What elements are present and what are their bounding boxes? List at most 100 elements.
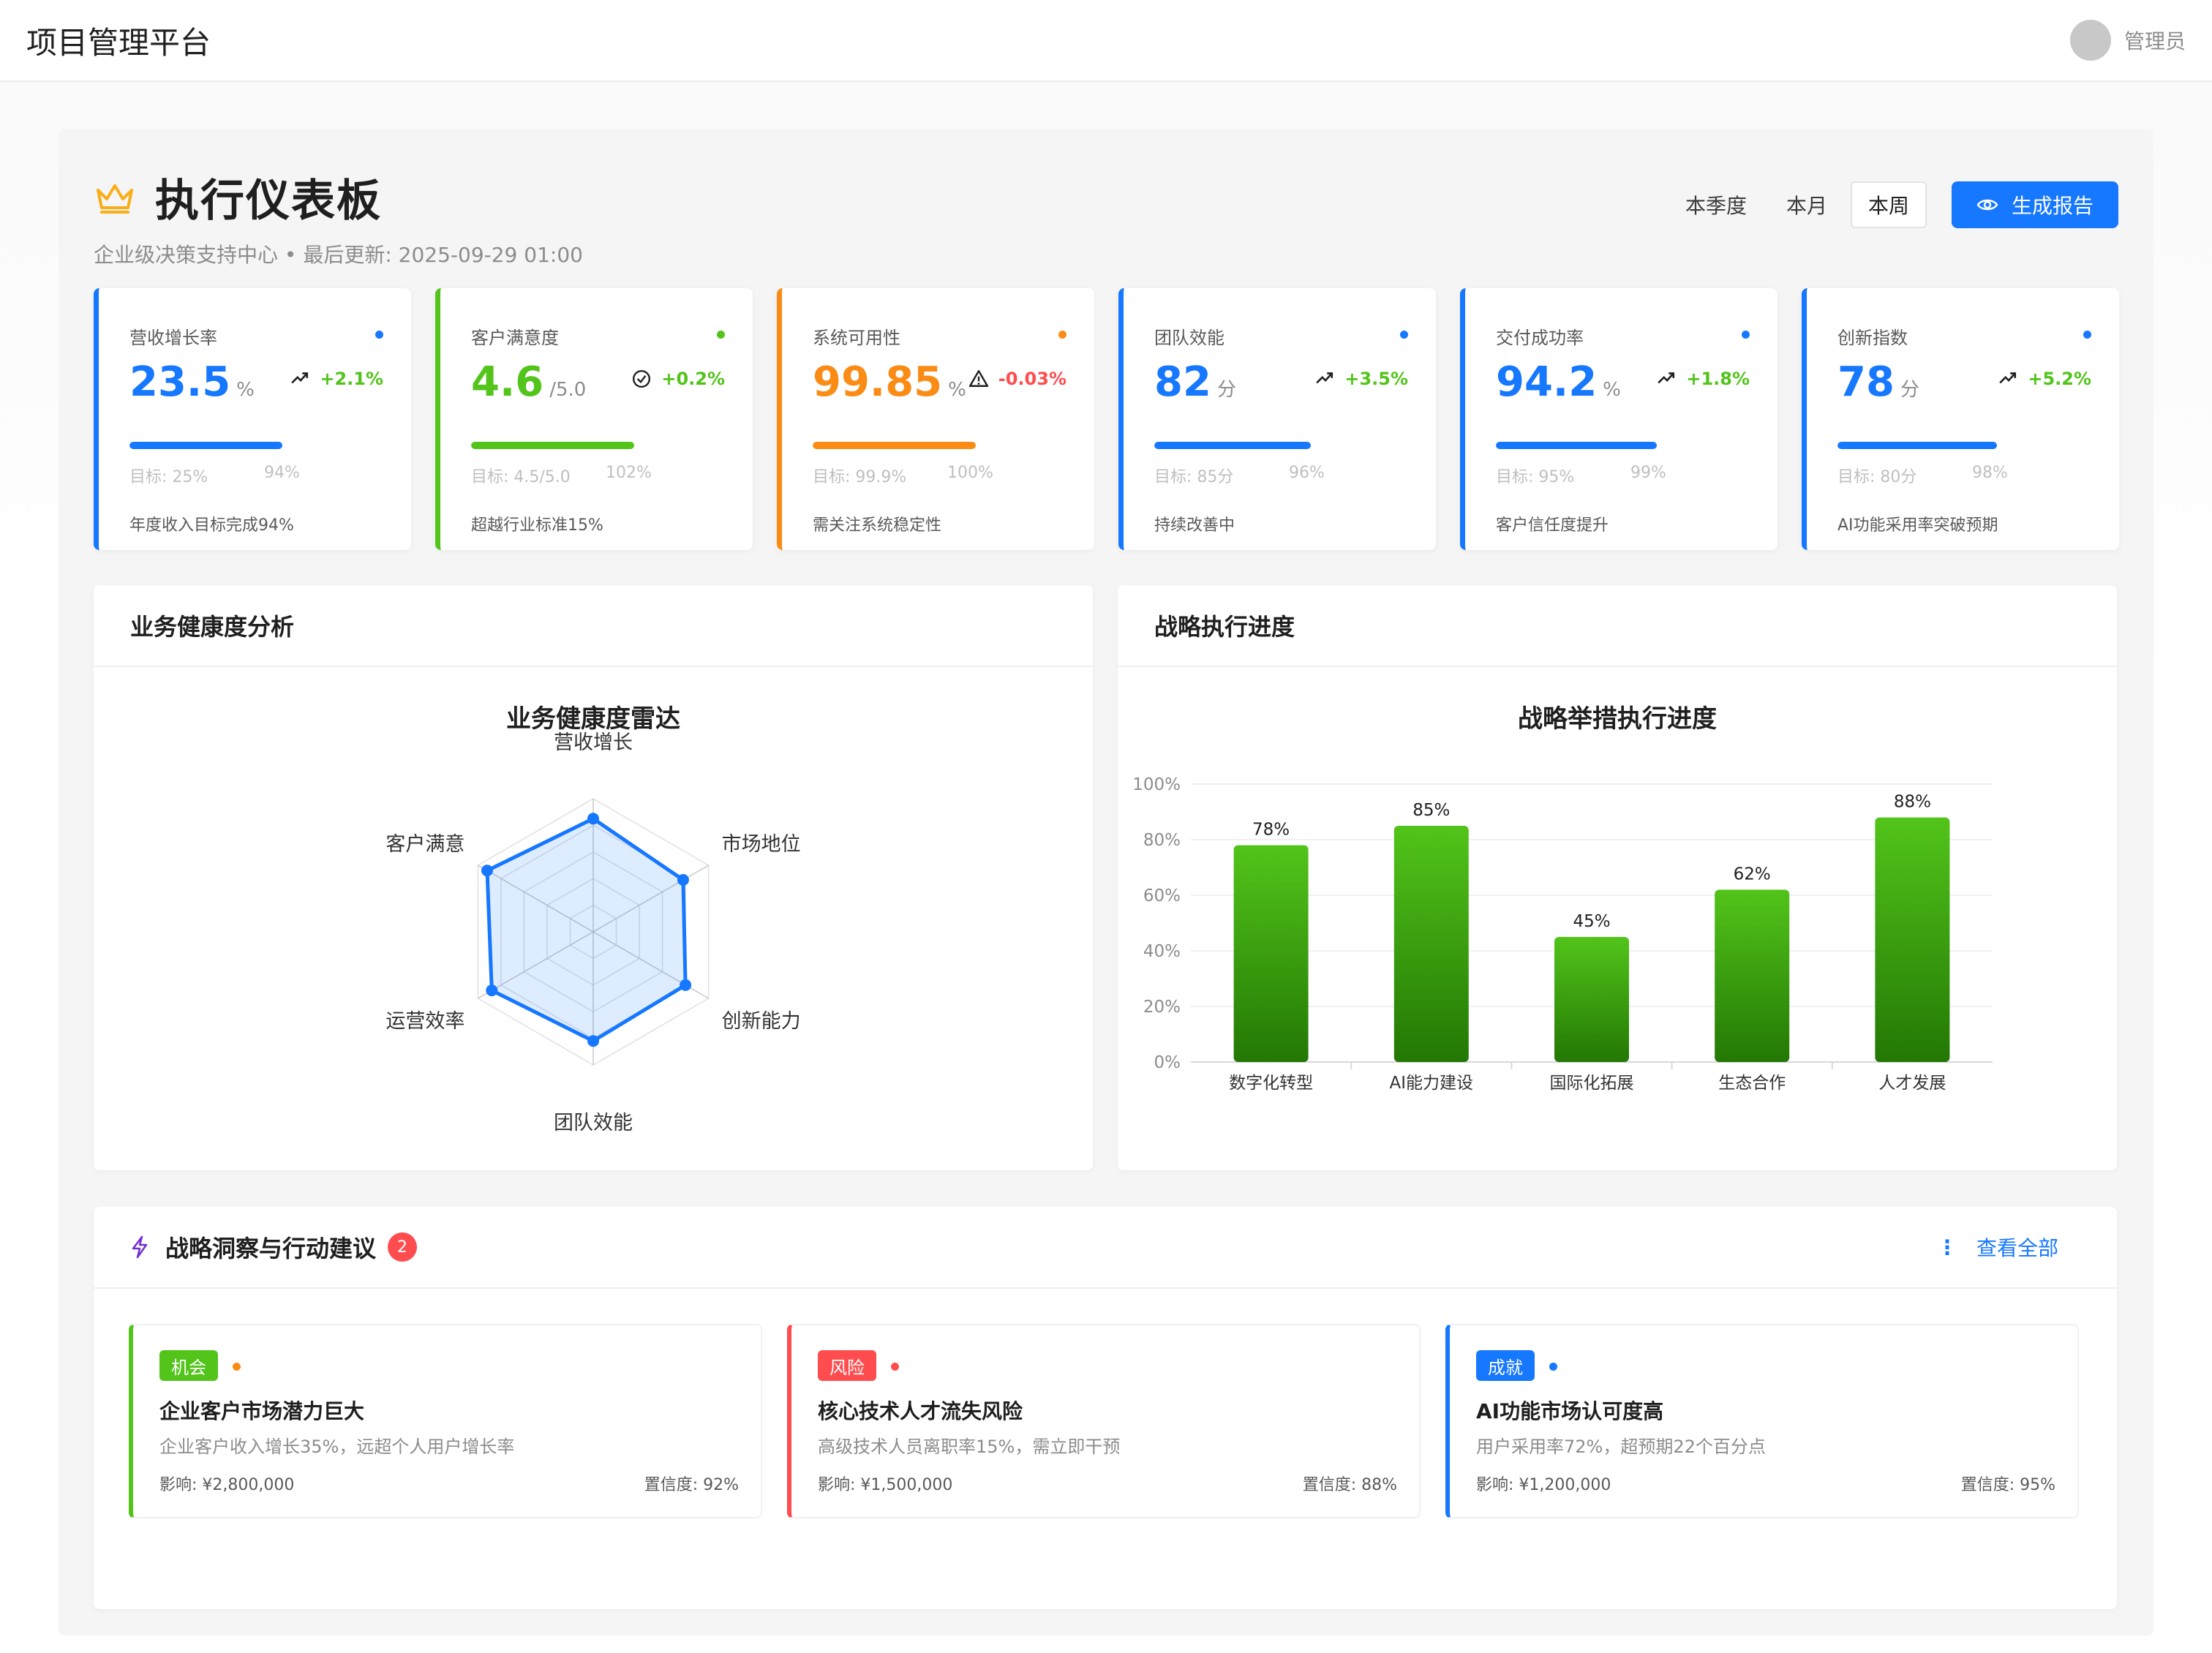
kpi-label: 系统可用性 bbox=[813, 328, 900, 348]
radar-title: 业务健康度雷达 bbox=[506, 704, 680, 734]
check-circle-icon bbox=[633, 369, 651, 388]
kpi-trend-value: +1.8% bbox=[1686, 369, 1750, 389]
radar-axis-label: 团队效能 bbox=[554, 1112, 633, 1134]
bar-data-label: 85% bbox=[1412, 801, 1450, 820]
insight-status-dot bbox=[891, 1363, 899, 1371]
radar-point[interactable] bbox=[587, 1035, 599, 1047]
kpi-trend: +0.2% bbox=[632, 369, 725, 389]
insights-panel: 战略洞察与行动建议 2 ⋮ 查看全部 机会 企业客户市场潜力巨大 企业客户收入增长3… bbox=[94, 1207, 2117, 1609]
period-month[interactable]: 本月 bbox=[1770, 183, 1843, 227]
bar[interactable] bbox=[1715, 889, 1790, 1062]
insight-card[interactable]: 风险 核心技术人才流失风险 高级技术人员离职率15%，需立即干预 影响: ¥1,500… bbox=[787, 1324, 1421, 1518]
top-bar: 项目管理平台 管理员 bbox=[0, 0, 2212, 82]
app-title: 项目管理平台 bbox=[26, 24, 211, 61]
kpi-progress-track bbox=[471, 442, 726, 449]
kpi-card-revenue-growth[interactable]: 营收增长率 23.5% +2.1% 目标: 25% 94% 年度收入目标完成94% bbox=[94, 288, 411, 550]
kpi-trend: +2.1% bbox=[290, 369, 383, 389]
radar-point[interactable] bbox=[587, 813, 599, 825]
kpi-status-dot bbox=[1742, 331, 1750, 339]
warning-icon bbox=[968, 369, 988, 387]
kpi-trend-value: +0.2% bbox=[661, 369, 725, 389]
kpi-value: 82 分 bbox=[1154, 358, 1236, 406]
period-selector: 本季度 本月 本周 bbox=[1669, 181, 1927, 228]
radar-point[interactable] bbox=[680, 979, 692, 991]
kpi-target: 目标: 99.9% bbox=[813, 468, 907, 486]
kpi-status-dot bbox=[375, 331, 383, 339]
kpi-label: 营收增长率 bbox=[129, 328, 217, 348]
dashboard: 执行仪表板 企业级决策支持中心 • 最后更新: 2025-09-29 01:00… bbox=[59, 129, 2153, 1635]
insight-description: 用户采用率72%，超预期22个百分点 bbox=[1476, 1437, 1766, 1457]
kpi-card-delivery-success[interactable]: 交付成功率 94.2% +1.8% 目标: 95% 99% 客户信任度提升 bbox=[1460, 288, 1778, 550]
kpi-progress-bar bbox=[1837, 442, 1998, 449]
user-name: 管理员 bbox=[2123, 29, 2186, 53]
insight-confidence: 置信度: 95% bbox=[1960, 1476, 2055, 1494]
radar-chart: 业务健康度雷达营收增长市场地位创新能力团队效能 运营效率 客户满意 bbox=[385, 704, 800, 1134]
radar-point[interactable] bbox=[486, 984, 498, 997]
kpi-percent: 102% bbox=[606, 464, 652, 482]
bar-data-label: 88% bbox=[1894, 793, 1931, 812]
y-tick-label: 80% bbox=[1143, 831, 1181, 850]
period-quarter[interactable]: 本季度 bbox=[1669, 183, 1763, 227]
kpi-note: 持续改善中 bbox=[1154, 516, 1235, 535]
y-tick-label: 100% bbox=[1132, 775, 1181, 794]
kpi-target: 目标: 80分 bbox=[1837, 468, 1917, 486]
period-week[interactable]: 本周 bbox=[1850, 181, 1927, 228]
trend-up-icon bbox=[1658, 372, 1675, 384]
kpi-progress-track bbox=[1496, 442, 1750, 449]
kpi-card-system-availability[interactable]: 系统可用性 99.85% -0.03% 目标: 99.9% 100% 需关注系统稳定性 bbox=[777, 288, 1094, 550]
radar-point[interactable] bbox=[677, 874, 689, 886]
lightning-icon bbox=[132, 1235, 148, 1259]
kpi-trend-value: +2.1% bbox=[320, 369, 383, 389]
kpi-status-dot bbox=[1400, 331, 1408, 339]
kpi-percent: 98% bbox=[1972, 464, 2008, 482]
kpi-card-innovation-index[interactable]: 创新指数 78 分 +5.2% 目标: 80分 98% AI功能采用率突破预期 bbox=[1802, 288, 2119, 550]
kpi-percent: 99% bbox=[1630, 464, 1666, 482]
strategy-panel-title: 战略执行进度 bbox=[1154, 613, 1295, 641]
view-all-link[interactable]: ⋮ 查看全部 bbox=[1937, 1232, 2058, 1262]
kpi-trend: +1.8% bbox=[1657, 369, 1750, 389]
kpi-status-dot bbox=[2083, 331, 2091, 339]
insight-tag: 机会 bbox=[159, 1350, 218, 1381]
x-category-label: 数字化转型 bbox=[1229, 1074, 1313, 1093]
avatar[interactable] bbox=[2069, 20, 2111, 61]
insight-impact: 影响: ¥1,500,000 bbox=[818, 1476, 953, 1494]
bar[interactable] bbox=[1875, 817, 1950, 1062]
view-all-label: 查看全部 bbox=[1976, 1236, 2058, 1260]
health-panel: 业务健康度分析 业务健康度雷达 营收增长 市场地位 创新能力 团队效能 运营效率 客户满意 bbox=[94, 585, 1093, 1170]
kpi-target: 目标: 4.5/5.0 bbox=[471, 468, 571, 486]
insight-title: 企业客户市场潜力巨大 bbox=[159, 1399, 365, 1423]
kpi-label: 团队效能 bbox=[1154, 328, 1224, 348]
kpi-unit: 分 bbox=[1216, 379, 1236, 401]
radar-point[interactable] bbox=[481, 865, 493, 877]
trend-up-icon bbox=[291, 372, 309, 384]
kpi-value: 99.85% bbox=[813, 358, 966, 406]
more-icon: ⋮ bbox=[1936, 1235, 1957, 1259]
kpi-progress-track bbox=[1837, 442, 2092, 449]
trend-up-icon bbox=[1999, 372, 2017, 384]
radar-axis-label: 运营效率 bbox=[385, 1010, 464, 1033]
kpi-note: 客户信任度提升 bbox=[1496, 516, 1609, 535]
kpi-unit: /5.0 bbox=[549, 379, 587, 401]
generate-report-button[interactable]: 生成报告 bbox=[1951, 181, 2118, 228]
page-subtitle: 企业级决策支持中心 • 最后更新: 2025-09-29 01:00 bbox=[94, 243, 583, 267]
user-menu[interactable]: 管理员 bbox=[2069, 20, 2186, 61]
kpi-label: 客户满意度 bbox=[471, 328, 559, 348]
insight-card[interactable]: 成就 AI功能市场认可度高 用户采用率72%，超预期22个百分点 影响: ¥1,200… bbox=[1445, 1324, 2079, 1518]
kpi-card-customer-satisfaction[interactable]: 客户满意度 4.6/5.0 +0.2% 目标: 4.5/5.0 102% 超越行业标准15… bbox=[435, 288, 753, 550]
bar-chart-title: 战略举措执行进度 bbox=[1518, 704, 1717, 734]
bar-chart: 战略举措执行进度 0% 20% 40% 60% 80% 100% 78% 数字化转型 85% AI能… bbox=[1132, 704, 1993, 1093]
insight-card[interactable]: 机会 企业客户市场潜力巨大 企业客户收入增长35%，远超个人用户增长率 影响: ¥2,… bbox=[129, 1324, 762, 1518]
bar[interactable] bbox=[1554, 937, 1629, 1062]
kpi-percent: 100% bbox=[947, 464, 993, 482]
bar[interactable] bbox=[1393, 826, 1469, 1062]
bar[interactable] bbox=[1233, 845, 1309, 1062]
kpi-progress-bar bbox=[813, 442, 976, 449]
insight-impact: 影响: ¥2,800,000 bbox=[159, 1476, 295, 1494]
kpi-card-team-efficiency[interactable]: 团队效能 82 分 +3.5% 目标: 85分 96% 持续改善中 bbox=[1118, 288, 1436, 550]
kpi-percent: 94% bbox=[264, 464, 300, 482]
kpi-progress-bar bbox=[1496, 442, 1658, 449]
y-tick-label: 20% bbox=[1143, 998, 1181, 1017]
kpi-value-number: 94.2 bbox=[1496, 358, 1598, 406]
kpi-progress-track bbox=[1154, 442, 1409, 449]
kpi-trend: +5.2% bbox=[1998, 369, 2091, 389]
